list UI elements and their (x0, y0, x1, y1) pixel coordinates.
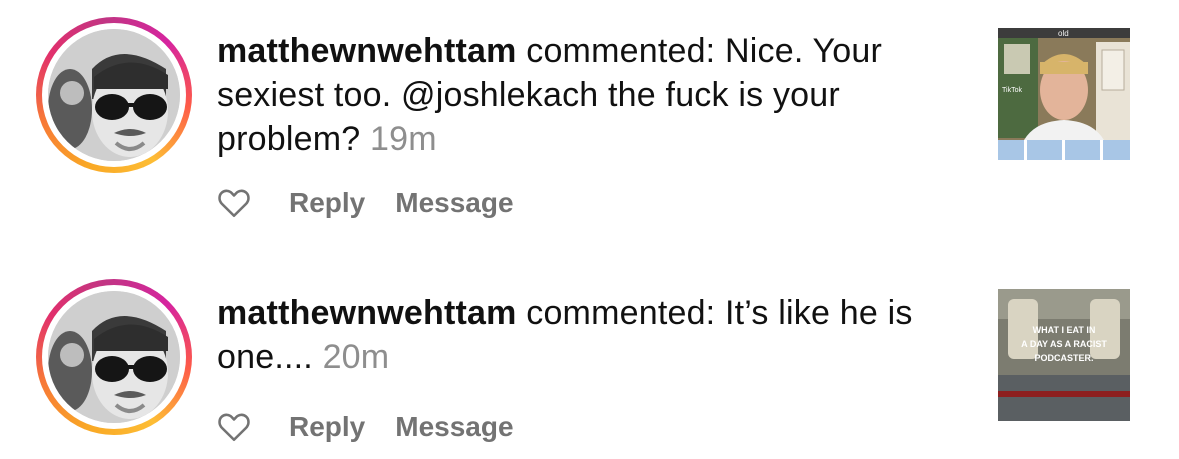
thumbnail-image: WHAT I EAT IN A DAY AS A RACIST PODCASTE… (998, 289, 1130, 421)
comment-text: matthewnwehttam commented: Nice. Your se… (217, 29, 977, 161)
comment-verb: commented: (526, 32, 716, 70)
avatar[interactable] (48, 29, 180, 161)
post-thumbnail[interactable]: old TikTok (998, 28, 1130, 160)
avatar-frame (42, 285, 186, 429)
reply-button[interactable]: Reply (289, 187, 365, 219)
story-ring[interactable] (36, 279, 192, 435)
heart-icon[interactable] (217, 186, 251, 220)
heart-icon[interactable] (217, 410, 251, 444)
avatar[interactable] (48, 291, 180, 423)
message-button[interactable]: Message (395, 411, 513, 443)
thumbnail-caption-line: PODCASTER. (1034, 353, 1093, 363)
timestamp: 19m (370, 120, 437, 158)
comment-text: matthewnwehttam commented: It’s like he … (217, 291, 977, 379)
comment-actions: Reply Message (217, 410, 544, 444)
notification-item[interactable]: matthewnwehttam commented: It’s like he … (0, 262, 1179, 459)
thumbnail-top-text: old (1058, 29, 1069, 38)
timestamp: 20m (322, 338, 390, 376)
avatar-photo (48, 291, 180, 423)
thumbnail-image: old TikTok (998, 28, 1130, 160)
message-button[interactable]: Message (395, 187, 513, 219)
avatar-photo (48, 29, 180, 161)
username-link[interactable]: matthewnwehttam (217, 294, 517, 332)
reply-button[interactable]: Reply (289, 411, 365, 443)
notification-item[interactable]: matthewnwehttam commented: Nice. Your se… (0, 0, 1179, 240)
username-link[interactable]: matthewnwehttam (217, 32, 517, 70)
post-thumbnail[interactable]: WHAT I EAT IN A DAY AS A RACIST PODCASTE… (998, 289, 1130, 421)
thumbnail-caption-line: WHAT I EAT IN (1033, 325, 1096, 335)
comment-verb: commented: (526, 294, 716, 332)
thumbnail-caption-line: A DAY AS A RACIST (1021, 339, 1107, 349)
tiktok-watermark: TikTok (1002, 87, 1022, 94)
comment-actions: Reply Message (217, 186, 544, 220)
story-ring[interactable] (36, 17, 192, 173)
avatar-frame (42, 23, 186, 167)
